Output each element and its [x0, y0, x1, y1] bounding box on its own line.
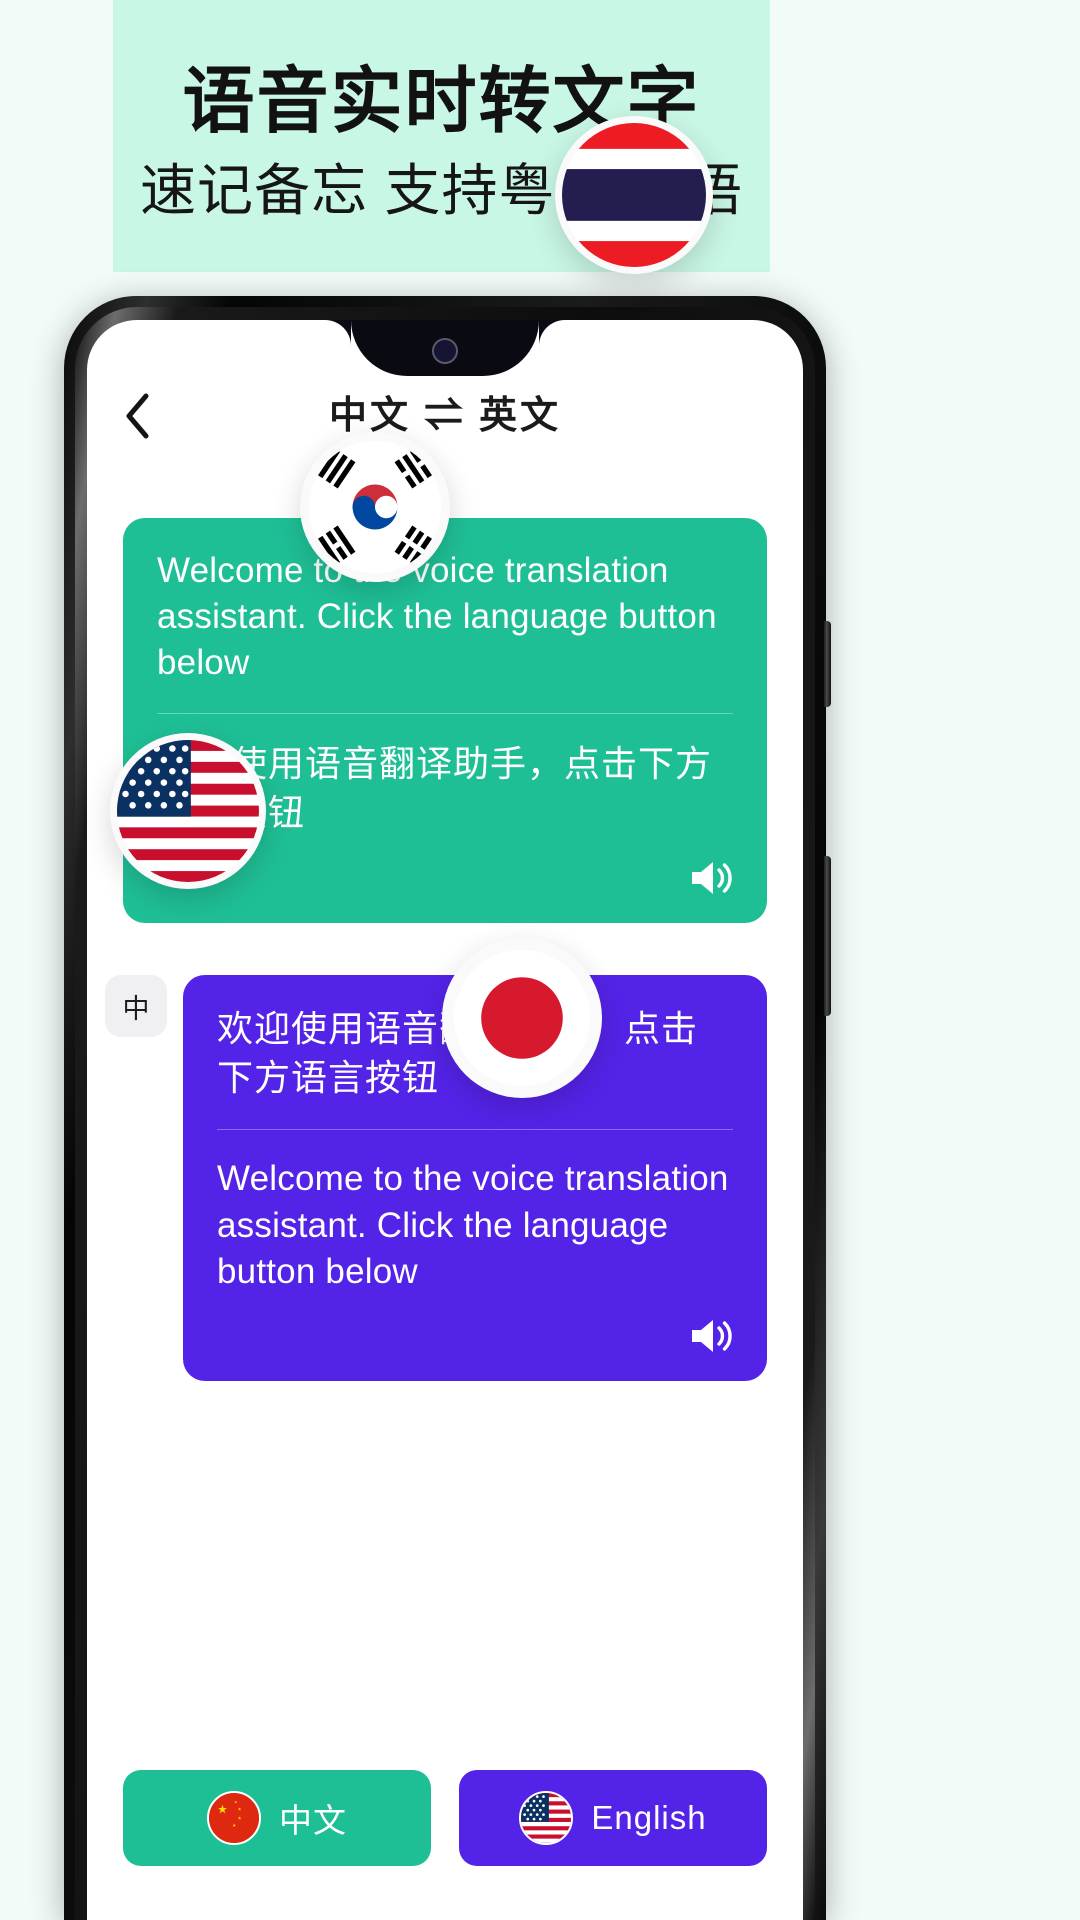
phone-mockup: 中文 ⇌ 英文 Welcome to the voice translation… — [64, 296, 831, 1920]
japan-flag-icon[interactable] — [442, 938, 602, 1098]
phone-power-button[interactable] — [824, 621, 831, 707]
page-title[interactable]: 中文 ⇌ 英文 — [87, 384, 803, 439]
language-button-label: 中文 — [279, 1802, 347, 1839]
notch-ear-right — [539, 320, 591, 372]
front-camera-icon — [432, 338, 458, 364]
usa-flag-icon — [519, 1791, 574, 1845]
notch-ear-left — [299, 320, 351, 372]
message-row-incoming: 中 欢迎使用语音翻译助手，点击下方语言按钮 Welcome to the voi… — [105, 975, 767, 1381]
app-navbar: 中文 ⇌ 英文 — [87, 376, 803, 456]
language-button-label: English — [591, 1799, 707, 1836]
language-button-english[interactable]: English — [459, 1770, 767, 1866]
speaker-icon[interactable] — [689, 1317, 733, 1355]
message-divider — [217, 1129, 733, 1131]
language-selector-bar: 中文 English — [87, 1770, 803, 1866]
chat-list: Welcome to the voice translation assista… — [87, 470, 803, 1381]
message-primary-text: Welcome to the voice translation assista… — [157, 551, 717, 683]
china-flag-icon — [207, 1791, 261, 1845]
phone-notch — [299, 320, 591, 376]
south-korea-flag-icon[interactable] — [300, 432, 450, 582]
message-translated-text: Welcome to the voice translation assista… — [217, 1159, 729, 1291]
thailand-flag-icon[interactable] — [555, 116, 713, 274]
speaker-icon[interactable] — [689, 859, 733, 897]
phone-volume-button[interactable] — [824, 856, 831, 1016]
phone-screen: 中文 ⇌ 英文 Welcome to the voice translation… — [87, 320, 803, 1920]
message-divider — [157, 712, 733, 714]
avatar-badge: 中 — [105, 975, 167, 1038]
usa-flag-icon[interactable] — [110, 733, 266, 889]
language-button-chinese[interactable]: 中文 — [123, 1770, 431, 1866]
